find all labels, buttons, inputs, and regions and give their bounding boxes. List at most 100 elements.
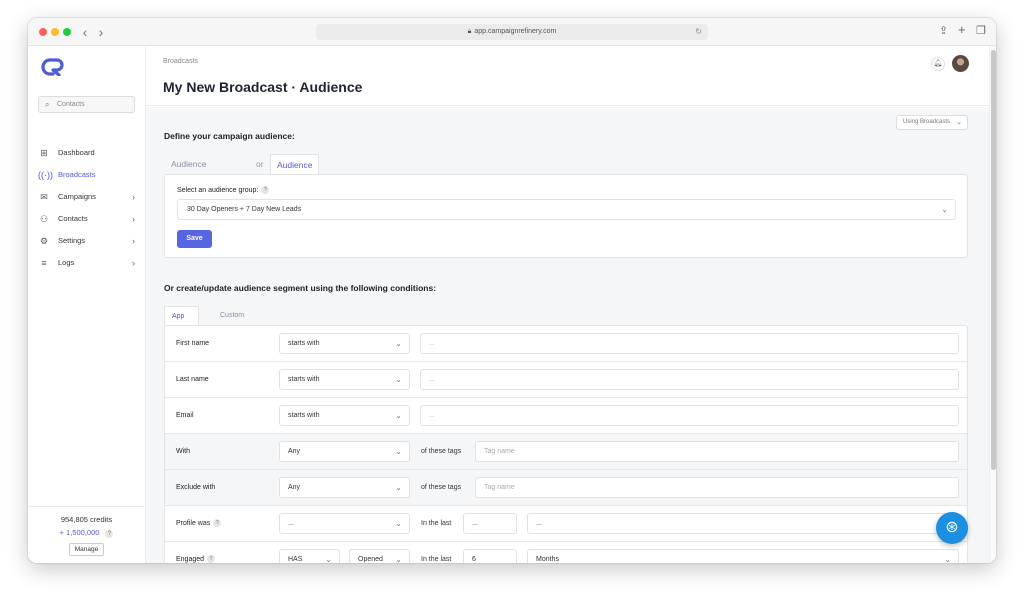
profile-unit-select[interactable]: ...⌄ bbox=[527, 513, 959, 534]
bell-icon[interactable]: 🔔︎ bbox=[931, 57, 945, 71]
with-tags-operator-select[interactable]: Any ⌄ bbox=[279, 441, 410, 462]
chevron-down-icon: ⌄ bbox=[395, 483, 402, 492]
tab-audience-group[interactable]: Audience Group bbox=[270, 154, 320, 191]
gear-icon: ⚙ bbox=[39, 236, 49, 246]
sidebar-item-contacts[interactable]: ⚇ Contacts › bbox=[28, 210, 145, 228]
row-label: First name bbox=[176, 340, 210, 347]
engaged-amount-input[interactable]: 6 bbox=[463, 549, 517, 563]
content-area: Using Broadcasts ⌄ Define your campaign … bbox=[146, 107, 989, 563]
select-value: starts with bbox=[288, 412, 320, 419]
minimize-window-button[interactable] bbox=[51, 28, 59, 36]
help-icon[interactable]: ? bbox=[261, 186, 270, 194]
chevron-down-icon: ⌄ bbox=[395, 375, 402, 384]
share-icon[interactable]: ⇪ bbox=[939, 24, 948, 37]
tab-custom-fields[interactable]: Custom Fields bbox=[220, 306, 244, 339]
sidebar: ⌕ Contacts ⊞ Dashboard ((·)) Broadcasts … bbox=[28, 46, 146, 563]
sidebar-item-label: Settings bbox=[58, 236, 86, 245]
help-icon[interactable]: ? bbox=[105, 530, 114, 538]
page-scrollbar[interactable] bbox=[989, 46, 996, 563]
select-value: ... bbox=[288, 520, 294, 527]
email-operator-select[interactable]: starts with ⌄ bbox=[279, 405, 410, 426]
tab-app-fields[interactable]: App Fields bbox=[164, 306, 199, 340]
grid-icon: ⊞ bbox=[40, 148, 48, 158]
tabs-overview-icon[interactable]: ❐ bbox=[976, 24, 986, 37]
condition-row-with-tags: With Any ⌄ of these tags Tag name bbox=[165, 434, 967, 470]
audience-group-label-text: Select an audience group: bbox=[177, 187, 259, 194]
select-value: Any bbox=[288, 484, 301, 491]
engaged-action-select[interactable]: Opened ⌄ bbox=[349, 549, 410, 563]
audience-group-card: Select an audience group:? 30 Day Opener… bbox=[164, 174, 968, 258]
audience-group-select[interactable]: 30 Day Openers + 7 Day New Leads ⌄ bbox=[177, 199, 956, 220]
condition-row-last-name: Last name starts with ⌄ ... bbox=[165, 362, 967, 398]
campaign-refinery-logo[interactable] bbox=[40, 58, 66, 76]
select-value: starts with bbox=[288, 376, 320, 383]
inbox-icon: ✉ bbox=[40, 192, 48, 202]
last-name-operator-select[interactable]: starts with ⌄ bbox=[279, 369, 410, 390]
page-header: Broadcasts My New Broadcast · Audience 🔔… bbox=[146, 46, 989, 106]
avatar[interactable] bbox=[952, 55, 969, 72]
engaged-has-select[interactable]: HAS ⌄ bbox=[279, 549, 340, 563]
reload-icon[interactable]: ↻ bbox=[695, 24, 702, 40]
scrollbar-thumb[interactable] bbox=[991, 50, 996, 470]
audience-group-label: Select an audience group:? bbox=[177, 186, 270, 194]
profile-amount-input[interactable]: ... bbox=[463, 513, 517, 534]
back-arrow-icon[interactable]: ‹ bbox=[78, 23, 92, 41]
select-value: Opened bbox=[358, 556, 383, 563]
tab-audience-segment[interactable]: Audience Segment bbox=[171, 154, 206, 190]
close-window-button[interactable] bbox=[39, 28, 47, 36]
new-tab-icon[interactable]: + bbox=[958, 22, 966, 37]
with-tag-name-input[interactable]: Tag name bbox=[475, 441, 959, 462]
url-text: app.campaignrefinery.com bbox=[474, 28, 557, 35]
chevron-down-icon: ⌄ bbox=[395, 555, 402, 563]
exclude-tags-operator-select[interactable]: Any ⌄ bbox=[279, 477, 410, 498]
help-icon[interactable]: ? bbox=[213, 519, 222, 527]
sidebar-item-settings[interactable]: ⚙ Settings › bbox=[28, 232, 145, 250]
in-the-last-text: In the last bbox=[421, 556, 452, 563]
sidebar-item-logs[interactable]: ≡ Logs › bbox=[28, 254, 145, 272]
sidebar-item-label: Campaigns bbox=[58, 192, 96, 201]
maximize-window-button[interactable] bbox=[63, 28, 71, 36]
address-bar[interactable]: 🔒︎ app.campaignrefinery.com ↻ bbox=[316, 24, 708, 40]
broadcast-icon: ((·)) bbox=[38, 170, 53, 180]
row-label: With bbox=[176, 448, 190, 455]
row-label-text: Profile was bbox=[176, 520, 211, 527]
using-broadcasts-dropdown[interactable]: Using Broadcasts ⌄ bbox=[896, 115, 968, 130]
conditions-title: Or create/update audience segment using … bbox=[164, 283, 437, 293]
sidebar-item-broadcasts[interactable]: ((·)) Broadcasts bbox=[28, 166, 145, 184]
select-value: starts with bbox=[288, 340, 320, 347]
of-these-tags-text: of these tags bbox=[421, 448, 462, 455]
using-broadcasts-label: Using Broadcasts bbox=[903, 119, 951, 125]
manage-credits-button[interactable]: Manage bbox=[69, 543, 104, 556]
profile-status-select[interactable]: ... ⌄ bbox=[279, 513, 410, 534]
first-name-value-input[interactable]: ... bbox=[420, 333, 959, 354]
browser-window: ‹ › 🔒︎ app.campaignrefinery.com ↻ ⇪ + ❐ ⌕… bbox=[28, 18, 996, 563]
condition-row-email: Email starts with ⌄ ... bbox=[165, 398, 967, 434]
save-button[interactable]: Save bbox=[177, 230, 212, 248]
email-value-input[interactable]: ... bbox=[420, 405, 959, 426]
select-value: ... bbox=[536, 520, 542, 527]
credits-added-value: + 1,500,000 bbox=[59, 528, 100, 537]
breadcrumb[interactable]: Broadcasts bbox=[163, 58, 198, 65]
forward-arrow-icon[interactable]: › bbox=[94, 23, 108, 41]
engaged-unit-select[interactable]: Months ⌄ bbox=[527, 549, 959, 563]
last-name-value-input[interactable]: ... bbox=[420, 369, 959, 390]
exclude-tag-name-input[interactable]: Tag name bbox=[475, 477, 959, 498]
row-label-text: Engaged bbox=[176, 556, 205, 563]
sidebar-item-label: Contacts bbox=[58, 214, 88, 223]
chevron-down-icon: ⌄ bbox=[944, 555, 951, 563]
sidebar-search-input[interactable]: ⌕ Contacts bbox=[38, 96, 135, 113]
help-lifebuoy-icon[interactable]: ⊛ bbox=[936, 512, 968, 544]
condition-row-exclude-tags: Exclude with Any ⌄ of these tags Tag name bbox=[165, 470, 967, 506]
audience-group-selected: 30 Day Openers + 7 Day New Leads bbox=[187, 206, 302, 213]
help-icon[interactable]: ? bbox=[207, 555, 216, 563]
define-audience-title: Define your campaign audience: bbox=[164, 131, 295, 141]
sidebar-item-campaigns[interactable]: ✉ Campaigns › bbox=[28, 188, 145, 206]
sidebar-item-dashboard[interactable]: ⊞ Dashboard bbox=[28, 144, 145, 162]
conditions-table: First name starts with ⌄ ... Last name st… bbox=[164, 325, 968, 563]
row-label: Exclude with bbox=[176, 484, 216, 491]
first-name-operator-select[interactable]: starts with ⌄ bbox=[279, 333, 410, 354]
user-icon: ⚇ bbox=[39, 214, 49, 224]
sidebar-item-label: Logs bbox=[58, 258, 75, 267]
select-value: Months bbox=[536, 556, 559, 563]
menu-icon: ≡ bbox=[41, 258, 47, 268]
